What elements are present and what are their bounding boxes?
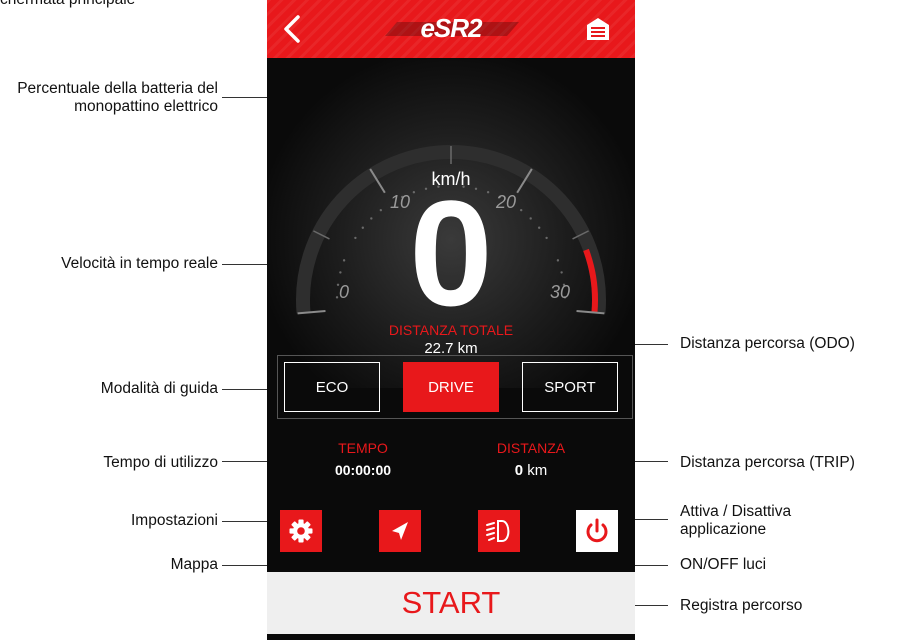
trip-value: 0 xyxy=(514,462,524,479)
phone-screen: eSR2 49 % km/h 0 0 10 20 30 DISTANZA TOT xyxy=(267,0,635,640)
gear-icon xyxy=(289,519,313,543)
speedometer-minor-dot xyxy=(342,259,346,262)
trip-value-row: 0 km xyxy=(471,462,591,479)
start-button[interactable]: START xyxy=(267,572,635,634)
tick-label-20: 20 xyxy=(495,192,517,212)
settings-button[interactable] xyxy=(280,510,322,552)
trip-unit: km xyxy=(527,462,548,479)
mode-drive-button[interactable]: DRIVE xyxy=(403,362,499,412)
speedometer-minor-dot xyxy=(529,217,532,220)
headlight-icon xyxy=(486,520,510,542)
lights-button[interactable] xyxy=(478,510,520,552)
power-button[interactable] xyxy=(576,510,618,552)
speedometer-minor-dot xyxy=(537,226,541,229)
time-value: 00:00:00 xyxy=(334,462,392,478)
trip-label: DISTANZA xyxy=(496,440,566,456)
navigation-arrow-icon xyxy=(392,522,408,540)
time-label: TEMPO xyxy=(338,440,388,456)
tick-label-0: 0 xyxy=(338,282,349,302)
speedometer-minor-dot xyxy=(361,226,365,229)
tick-label-30: 30 xyxy=(549,282,571,302)
speedometer-minor-dot xyxy=(556,259,560,262)
speedometer-minor-dot xyxy=(354,236,357,240)
speedometer-minor-dot xyxy=(560,271,563,274)
tick-label-10: 10 xyxy=(389,192,411,212)
power-icon xyxy=(586,518,608,543)
speedometer-minor-dot xyxy=(545,236,548,240)
speedometer-minor-dot xyxy=(370,217,373,220)
mode-sport-button[interactable]: SPORT xyxy=(522,362,618,412)
map-button[interactable] xyxy=(379,510,421,552)
speedometer-minor-dot xyxy=(339,271,342,274)
odometer-label: DISTANZA TOTALE xyxy=(388,322,514,338)
mode-eco-button[interactable]: ECO xyxy=(284,362,380,412)
